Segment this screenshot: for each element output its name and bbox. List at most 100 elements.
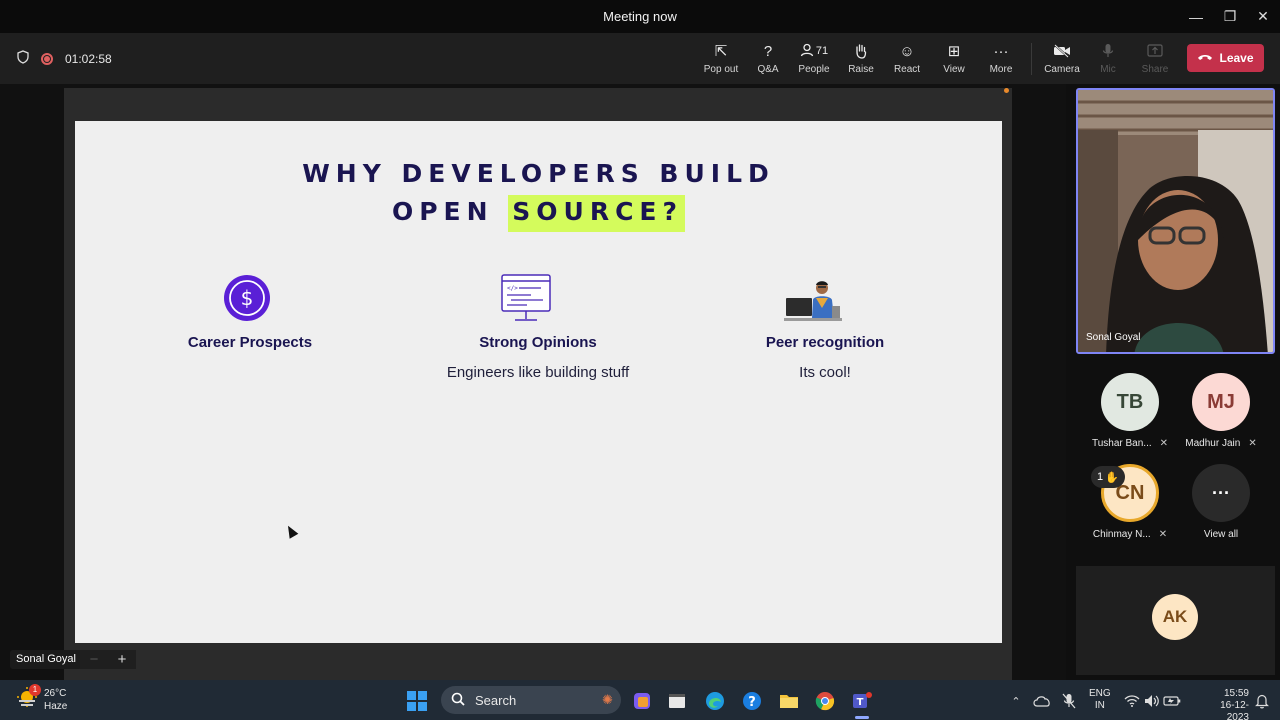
meeting-timer: 01:02:58 — [65, 51, 112, 66]
pop-out-button[interactable]: ⇱ Pop out — [697, 41, 745, 75]
avatar: TB — [1101, 373, 1159, 431]
mic-label: Mic — [1100, 64, 1116, 75]
column-heading: Career Prospects — [187, 334, 313, 351]
participant-video-tile[interactable] — [1076, 88, 1275, 354]
svg-text:$: $ — [241, 286, 254, 310]
video-feed — [1078, 90, 1273, 352]
wifi-icon[interactable] — [1121, 690, 1143, 712]
onedrive-icon[interactable] — [1031, 690, 1053, 712]
developer-at-desk-icon — [782, 276, 844, 329]
teams-active-indicator — [855, 716, 869, 719]
column-subtext: Engineers like building stuff — [446, 364, 630, 381]
people-icon — [800, 43, 814, 60]
volume-icon[interactable] — [1141, 690, 1163, 712]
leave-label: Leave — [1219, 51, 1254, 65]
weather-desc: Haze — [44, 700, 68, 712]
react-button[interactable]: ☺ React — [883, 41, 931, 76]
camera-button[interactable]: Camera — [1038, 41, 1086, 75]
column-heading: Strong Opinions — [479, 334, 597, 351]
chevron-up-icon[interactable]: ⌃ — [1005, 690, 1027, 712]
mic-off-icon: ✕ — [1248, 438, 1257, 449]
slide-title-line-2: OPEN SOURCE? — [75, 195, 1002, 232]
clock-time: 15:59 — [1223, 688, 1249, 699]
file-explorer-icon[interactable] — [778, 690, 800, 712]
participant-name-row: Tushar Ban... ✕ — [1085, 438, 1175, 449]
search-highlight-icon: ✺ — [602, 692, 613, 707]
camera-off-icon — [1038, 41, 1086, 61]
column-heading: Peer recognition — [765, 334, 885, 351]
slide-title-highlight: SOURCE? — [508, 195, 686, 232]
qna-label: Q&A — [757, 64, 779, 75]
language-line1: ENG — [1089, 688, 1111, 699]
more-button[interactable]: ··· More — [977, 41, 1025, 76]
edge-icon[interactable] — [704, 690, 726, 712]
raised-hand-badge: 1 ✋ — [1091, 466, 1125, 488]
phone-hangup-icon — [1197, 51, 1213, 65]
recording-icon — [41, 52, 53, 65]
people-button[interactable]: 71 People — [790, 41, 838, 75]
search-placeholder: Search — [475, 692, 517, 708]
weather-text: 26°C Haze — [44, 687, 67, 713]
view-button[interactable]: ⊞ View — [930, 41, 978, 75]
system-clock[interactable]: 15:59 16-12-2023 — [1199, 688, 1249, 720]
share-icon — [1131, 41, 1179, 61]
more-label: More — [989, 64, 1013, 75]
raise-hand-icon — [837, 41, 885, 61]
notification-bell-icon[interactable] — [1251, 690, 1273, 712]
view-icon: ⊞ — [947, 43, 961, 60]
presenter-name-tag: Sonal Goyal — [10, 650, 82, 669]
view-label: View — [943, 64, 965, 75]
mic-off-icon — [1084, 41, 1132, 61]
close-button[interactable]: ✕ — [1240, 0, 1280, 33]
more-icon: ··· — [993, 42, 1009, 60]
weather-temp: 26°C — [44, 687, 67, 699]
mic-muted-tray-icon[interactable] — [1058, 690, 1080, 712]
people-label: People — [798, 64, 830, 75]
share-label: Share — [1141, 64, 1169, 75]
clock-date: 16-12-2023 — [1220, 700, 1249, 720]
mic-off-icon: ✕ — [1158, 529, 1168, 540]
participant-tile-mj[interactable]: MJ Madhur Jain ✕ — [1176, 373, 1266, 449]
svg-text:</>: </> — [507, 285, 518, 292]
raised-hand-icon: ✋ — [1105, 471, 1119, 484]
view-all-label: View all — [1203, 529, 1239, 540]
share-indicator-dot — [1004, 88, 1009, 93]
language-line2: IN — [1094, 700, 1105, 711]
svg-text:T: T — [857, 697, 864, 708]
toolbar-divider — [1031, 43, 1032, 75]
teams-icon[interactable]: T — [851, 690, 873, 712]
copilot-icon[interactable] — [631, 690, 653, 712]
people-count: 71 — [815, 45, 829, 57]
zoom-controls: − + — [80, 650, 136, 669]
zoom-in-button[interactable]: + — [118, 651, 127, 668]
presentation-slide: WHY DEVELOPERS BUILD OPEN SOURCE? $ Care… — [75, 121, 1002, 643]
participant-tile-ak[interactable]: AK — [1076, 566, 1275, 675]
weather-widget[interactable]: 1 26°C Haze — [16, 684, 67, 713]
raise-hand-button[interactable]: Raise — [837, 41, 885, 75]
view-all-tile[interactable]: ··· View all — [1176, 464, 1266, 540]
more-participants-icon: ··· — [1192, 464, 1250, 522]
battery-icon[interactable] — [1161, 690, 1183, 712]
mic-button[interactable]: Mic — [1084, 41, 1132, 75]
language-indicator[interactable]: ENG IN — [1089, 688, 1111, 712]
file-window-icon[interactable] — [666, 690, 688, 712]
start-icon[interactable] — [406, 690, 428, 712]
participant-name-row: Chinmay N... ✕ — [1085, 529, 1175, 540]
participant-name: Tushar Ban... — [1091, 438, 1152, 449]
help-icon[interactable]: ? — [741, 690, 763, 712]
camera-label: Camera — [1044, 64, 1080, 75]
slide-title-open: OPEN — [391, 197, 494, 226]
pop-out-label: Pop out — [703, 64, 739, 75]
taskbar-search[interactable]: Search ✺ — [441, 686, 621, 714]
window-title-bar: Meeting now — ❐ ✕ — [0, 0, 1280, 33]
chrome-icon[interactable] — [814, 690, 836, 712]
zoom-out-button[interactable]: − — [90, 651, 99, 668]
column-subtext: Its cool! — [799, 364, 851, 381]
code-window-icon: </> — [501, 274, 551, 329]
weather-alert-badge: 1 — [29, 684, 41, 696]
leave-button[interactable]: Leave — [1187, 44, 1264, 72]
participant-name: Chinmay N... — [1092, 529, 1151, 540]
share-button[interactable]: Share — [1131, 41, 1179, 75]
qna-button[interactable]: ? Q&A — [744, 41, 792, 76]
participant-tile-tb[interactable]: TB Tushar Ban... ✕ — [1085, 373, 1175, 449]
